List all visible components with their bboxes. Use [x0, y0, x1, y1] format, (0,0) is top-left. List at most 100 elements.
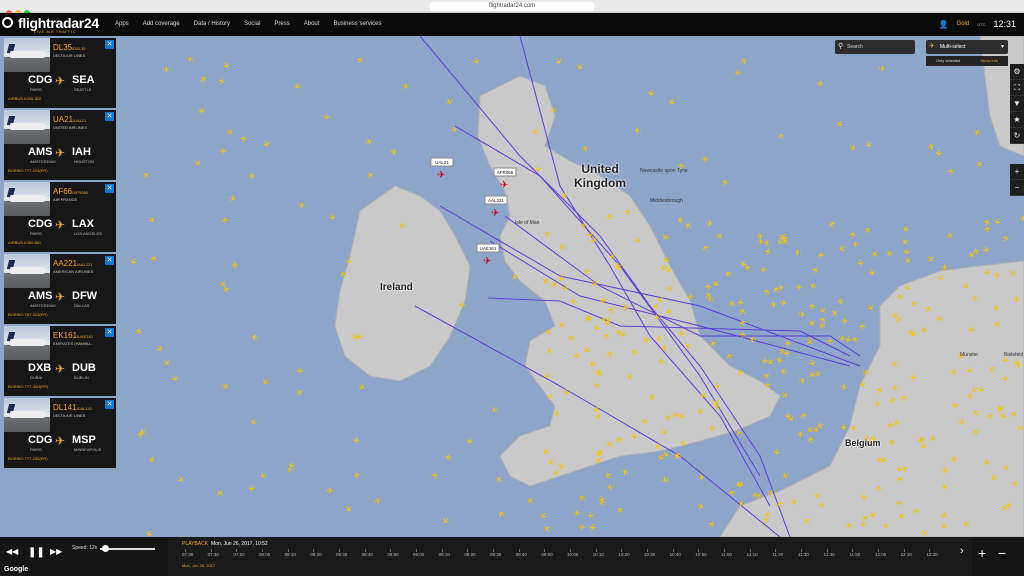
aircraft-marker[interactable]: ✈: [733, 67, 742, 78]
aircraft-marker[interactable]: ✈: [738, 55, 751, 68]
aircraft-marker[interactable]: ✈: [714, 230, 727, 243]
aircraft-marker[interactable]: ✈: [778, 297, 788, 309]
aircraft-marker[interactable]: ✈: [175, 473, 188, 486]
selected-aircraft-marker[interactable]: ✈: [500, 180, 508, 191]
aircraft-marker[interactable]: ✈: [220, 381, 232, 392]
aircraft-marker[interactable]: ✈: [220, 60, 233, 72]
aircraft-marker[interactable]: ✈: [633, 125, 641, 135]
aircraft-marker[interactable]: ✈: [296, 200, 307, 212]
aircraft-marker[interactable]: ✈: [958, 417, 966, 427]
selected-aircraft-marker[interactable]: ✈: [437, 170, 445, 181]
aircraft-marker[interactable]: ✈: [869, 248, 882, 260]
aircraft-marker[interactable]: ✈: [700, 242, 712, 253]
aircraft-marker[interactable]: ✈: [342, 503, 355, 515]
aircraft-marker[interactable]: ✈: [162, 64, 171, 75]
aircraft-marker[interactable]: ✈: [552, 56, 565, 68]
aircraft-marker[interactable]: ✈: [851, 239, 859, 249]
aircraft-marker[interactable]: ✈: [849, 334, 861, 344]
selected-aircraft-marker[interactable]: ✈: [491, 208, 499, 219]
aircraft-marker[interactable]: ✈: [135, 430, 146, 439]
aircraft-marker[interactable]: ✈: [737, 317, 749, 328]
aircraft-marker[interactable]: ✈: [965, 390, 974, 401]
aircraft-marker[interactable]: ✈: [779, 389, 792, 402]
history-icon[interactable]: ↻: [1010, 128, 1024, 144]
aircraft-marker[interactable]: ✈: [655, 452, 667, 463]
aircraft-marker[interactable]: ✈: [976, 386, 986, 394]
aircraft-marker[interactable]: ✈: [966, 326, 976, 334]
close-icon[interactable]: ✕: [105, 256, 114, 265]
aircraft-marker[interactable]: ✈: [214, 487, 227, 500]
aircraft-marker[interactable]: ✈: [807, 279, 819, 292]
aircraft-marker[interactable]: ✈: [775, 131, 787, 141]
aircraft-marker[interactable]: ✈: [747, 333, 757, 345]
aircraft-marker[interactable]: ✈: [219, 215, 231, 225]
flight-card[interactable]: AF66/AFR066 AIR FRANCE ✕ CDG ✈ LAX PARIS LOS AN…: [4, 182, 116, 252]
aircraft-marker[interactable]: ✈: [591, 381, 602, 390]
aircraft-marker[interactable]: ✈: [259, 376, 272, 388]
flight-card[interactable]: DL141/DAL141 DELTA AIR LINES ✕ CDG ✈ MSP PARIS…: [4, 398, 116, 468]
aircraft-marker[interactable]: ✈: [759, 264, 768, 275]
aircraft-marker[interactable]: ✈: [727, 488, 738, 497]
aircraft-marker[interactable]: ✈: [950, 367, 958, 377]
flight-tag-label[interactable]: AFR066: [497, 170, 514, 175]
flight-card[interactable]: AA221/AAL221 AMERICAN AIRLINES ✕ AMS ✈ DFW AMS…: [4, 254, 116, 324]
aircraft-marker[interactable]: ✈: [184, 53, 196, 66]
aircraft-marker[interactable]: ✈: [761, 287, 772, 297]
aircraft-marker[interactable]: ✈: [798, 410, 810, 421]
aircraft-marker[interactable]: ✈: [964, 366, 975, 375]
aircraft-marker[interactable]: ✈: [364, 135, 375, 147]
aircraft-marker[interactable]: ✈: [902, 255, 913, 267]
star-icon[interactable]: ★: [1010, 112, 1024, 128]
aircraft-marker[interactable]: ✈: [908, 373, 919, 382]
aircraft-marker[interactable]: ✈: [794, 281, 803, 292]
aircraft-marker[interactable]: ✈: [439, 515, 452, 528]
aircraft-marker[interactable]: ✈: [195, 106, 207, 117]
aircraft-marker[interactable]: ✈: [659, 231, 672, 243]
flight-tag-label[interactable]: UAL21: [435, 160, 449, 165]
aircraft-marker[interactable]: ✈: [456, 301, 467, 310]
aircraft-marker[interactable]: ✈: [443, 95, 455, 108]
aircraft-marker[interactable]: ✈: [524, 494, 537, 506]
aircraft-marker[interactable]: ✈: [148, 253, 160, 263]
aircraft-marker[interactable]: ✈: [826, 218, 839, 231]
aircraft-marker[interactable]: ✈: [840, 315, 850, 327]
aircraft-marker[interactable]: ✈: [838, 381, 849, 393]
aircraft-marker[interactable]: ✈: [847, 229, 859, 239]
aircraft-marker[interactable]: ✈: [874, 455, 885, 464]
aircraft-marker[interactable]: ✈: [795, 428, 805, 440]
pause-button[interactable]: ❚❚: [28, 547, 45, 558]
aircraft-marker[interactable]: ✈: [572, 508, 582, 519]
aircraft-marker[interactable]: ✈: [238, 133, 250, 143]
aircraft-marker[interactable]: ✈: [488, 403, 500, 416]
aircraft-marker[interactable]: ✈: [354, 54, 367, 66]
flight-tag-label[interactable]: AAL221: [488, 198, 505, 203]
aircraft-marker[interactable]: ✈: [895, 475, 905, 483]
aircraft-marker[interactable]: ✈: [884, 247, 895, 259]
aircraft-marker[interactable]: ✈: [864, 302, 877, 314]
aircraft-marker[interactable]: ✈: [618, 331, 628, 339]
aircraft-marker[interactable]: ✈: [153, 343, 166, 356]
aircraft-marker[interactable]: ✈: [197, 73, 210, 86]
only-selected-toggle[interactable]: Only selected: [936, 56, 960, 66]
user-icon[interactable]: 👤: [939, 20, 949, 29]
aircraft-marker[interactable]: ✈: [246, 484, 257, 493]
timeline-next-arrow[interactable]: ›: [960, 545, 964, 557]
nav-item-business-services[interactable]: Business services: [333, 21, 381, 27]
aircraft-marker[interactable]: ✈: [295, 367, 305, 376]
aircraft-marker[interactable]: ✈: [798, 309, 807, 320]
aircraft-marker[interactable]: ✈: [874, 484, 884, 492]
aircraft-marker[interactable]: ✈: [697, 472, 706, 483]
aircraft-marker[interactable]: ✈: [1010, 479, 1020, 487]
address-bar[interactable]: flightradar24.com: [430, 2, 594, 11]
aircraft-marker[interactable]: ✈: [605, 212, 615, 220]
show-info-toggle[interactable]: Show info: [980, 56, 998, 66]
user-level[interactable]: Gold: [957, 21, 970, 27]
aircraft-marker[interactable]: ✈: [835, 242, 847, 255]
close-icon[interactable]: ✕: [105, 112, 114, 121]
aircraft-marker[interactable]: ✈: [260, 139, 272, 150]
aircraft-marker[interactable]: ✈: [373, 495, 383, 507]
aircraft-marker[interactable]: ✈: [825, 337, 835, 346]
aircraft-marker[interactable]: ✈: [161, 357, 174, 370]
aircraft-marker[interactable]: ✈: [621, 302, 630, 313]
aircraft-marker[interactable]: ✈: [818, 500, 827, 511]
